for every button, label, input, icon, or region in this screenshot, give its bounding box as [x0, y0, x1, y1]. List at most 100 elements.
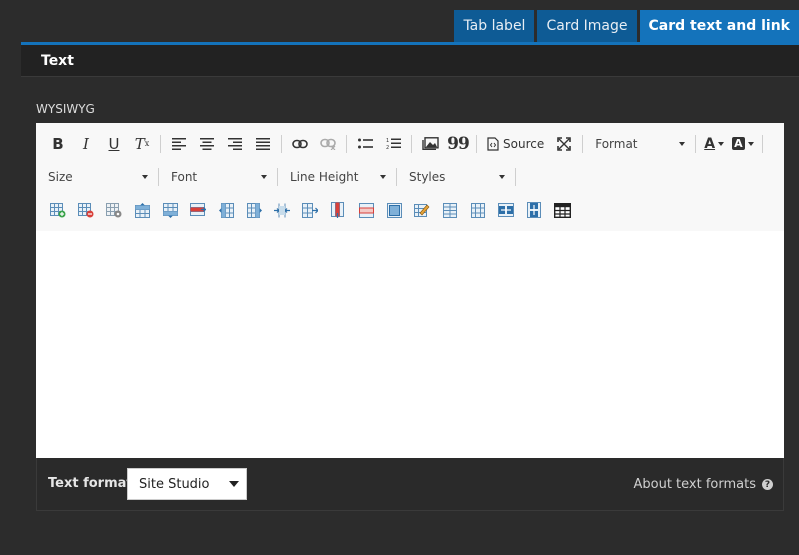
italic-button[interactable]: I [72, 132, 100, 156]
toolbar-separator [695, 134, 697, 153]
table-properties-icon [106, 202, 122, 217]
format-label: Format [595, 136, 638, 151]
align-right-button[interactable] [221, 132, 249, 156]
chevron-down-icon [747, 141, 754, 146]
edit-cell-button[interactable] [408, 198, 436, 222]
chevron-down-icon [380, 175, 386, 179]
line-height-dropdown[interactable]: Line Height [282, 165, 392, 189]
about-text-formats-link[interactable]: About text formats ? [633, 477, 773, 492]
text-format-select[interactable]: Site Studio [127, 468, 247, 500]
toolbar-separator [411, 134, 412, 153]
tab-card-image[interactable]: Card Image [537, 10, 637, 42]
merge-cells-icon [358, 202, 374, 218]
table-delete-icon [78, 202, 94, 217]
remove-format-icon: T [134, 134, 145, 153]
help-icon: ? [762, 479, 773, 490]
font-dropdown[interactable]: Font [163, 165, 273, 189]
bold-button[interactable]: B [44, 132, 72, 156]
split-cell-vertical-button[interactable] [296, 198, 324, 222]
toolbar-row-2: Size Font Line Height Styles [36, 161, 784, 193]
numbered-list-icon: 12 [386, 138, 401, 150]
wysiwyg-label: WYSIWYG [36, 102, 95, 116]
insert-column-before-icon [218, 202, 234, 218]
row-height-button[interactable] [520, 198, 548, 222]
cell-properties-button[interactable] [380, 198, 408, 222]
justify-icon [256, 137, 270, 150]
bulleted-list-button[interactable] [351, 132, 379, 156]
underline-button[interactable]: U [100, 132, 128, 156]
editor-content-area[interactable] [36, 231, 784, 458]
insert-column-after-button[interactable] [240, 198, 268, 222]
align-left-button[interactable] [165, 132, 193, 156]
justify-button[interactable] [249, 132, 277, 156]
toolbar-separator [158, 168, 159, 186]
toolbar-separator [346, 134, 347, 153]
delete-column-button[interactable] [324, 198, 352, 222]
text-format-label: Text format [48, 476, 133, 491]
align-center-button[interactable] [193, 132, 221, 156]
toolbar-row-1: B I U Tx 1 2 99 Source Format A A [36, 127, 784, 160]
align-left-icon [172, 137, 186, 150]
insert-row-before-icon [134, 202, 150, 218]
styles-label: Styles [409, 170, 446, 184]
table-properties-add-button[interactable] [44, 198, 72, 222]
text-color-button[interactable]: A [700, 132, 728, 156]
table-properties-button[interactable] [100, 198, 128, 222]
image-button[interactable] [416, 132, 444, 156]
chevron-down-icon [499, 175, 505, 179]
cell-properties-icon [386, 202, 402, 218]
insert-row-after-button[interactable] [156, 198, 184, 222]
toolbar-row-3 [36, 194, 784, 226]
background-color-button[interactable]: A [728, 132, 758, 156]
toolbar-separator [582, 134, 584, 153]
styles-dropdown[interactable]: Styles [401, 165, 511, 189]
toolbar-separator [515, 168, 516, 186]
text-color-icon: A [704, 135, 716, 152]
bulleted-list-icon [357, 138, 373, 148]
unlink-button[interactable] [314, 132, 342, 156]
editor-toolbar: B I U Tx 1 2 99 Source Format A A Size F… [36, 123, 784, 231]
numbered-list-button[interactable]: 12 [379, 132, 407, 156]
about-text-formats-label: About text formats [633, 477, 756, 492]
line-height-label: Line Height [290, 170, 359, 184]
delete-column-icon [330, 202, 344, 218]
table-delete-button[interactable] [72, 198, 100, 222]
tab-card-text-and-link[interactable]: Card text and link [639, 10, 799, 42]
align-right-icon [228, 137, 242, 150]
maximize-button[interactable] [550, 132, 578, 156]
maximize-icon [557, 136, 572, 151]
column-width-button[interactable] [492, 198, 520, 222]
delete-row-icon [190, 203, 206, 216]
insert-table-button[interactable] [548, 198, 576, 222]
edit-cell-icon [414, 203, 430, 217]
insert-column-after-icon [246, 202, 262, 218]
distribute-rows-button[interactable] [436, 198, 464, 222]
source-button[interactable]: Source [481, 132, 550, 156]
source-icon [487, 136, 499, 151]
chevron-down-icon [229, 481, 239, 487]
text-panel: Text WYSIWYG B I U Tx 1 2 99 Source Form… [21, 42, 799, 555]
merge-cells-button[interactable] [352, 198, 380, 222]
insert-column-before-button[interactable] [212, 198, 240, 222]
insert-row-before-button[interactable] [128, 198, 156, 222]
toolbar-separator [476, 134, 477, 153]
toolbar-separator [396, 168, 397, 186]
chevron-down-icon [718, 141, 725, 146]
tab-tab-label[interactable]: Tab label [454, 10, 535, 42]
split-cell-horizontal-button[interactable] [268, 198, 296, 222]
tab-bar: Tab label Card Image Card text and link [451, 10, 799, 42]
remove-format-button[interactable]: Tx [128, 132, 156, 156]
table-icon [553, 202, 571, 218]
format-dropdown[interactable]: Format [587, 132, 691, 156]
toolbar-separator [160, 134, 161, 153]
source-label: Source [503, 136, 545, 151]
distribute-rows-icon [443, 202, 457, 218]
remove-format-sub: x [144, 139, 150, 148]
blockquote-button[interactable]: 99 [444, 132, 472, 156]
delete-row-button[interactable] [184, 198, 212, 222]
distribute-columns-button[interactable] [464, 198, 492, 222]
link-button[interactable] [286, 132, 314, 156]
insert-row-after-icon [162, 202, 178, 218]
size-dropdown[interactable]: Size [40, 165, 154, 189]
background-color-icon: A [732, 137, 745, 150]
